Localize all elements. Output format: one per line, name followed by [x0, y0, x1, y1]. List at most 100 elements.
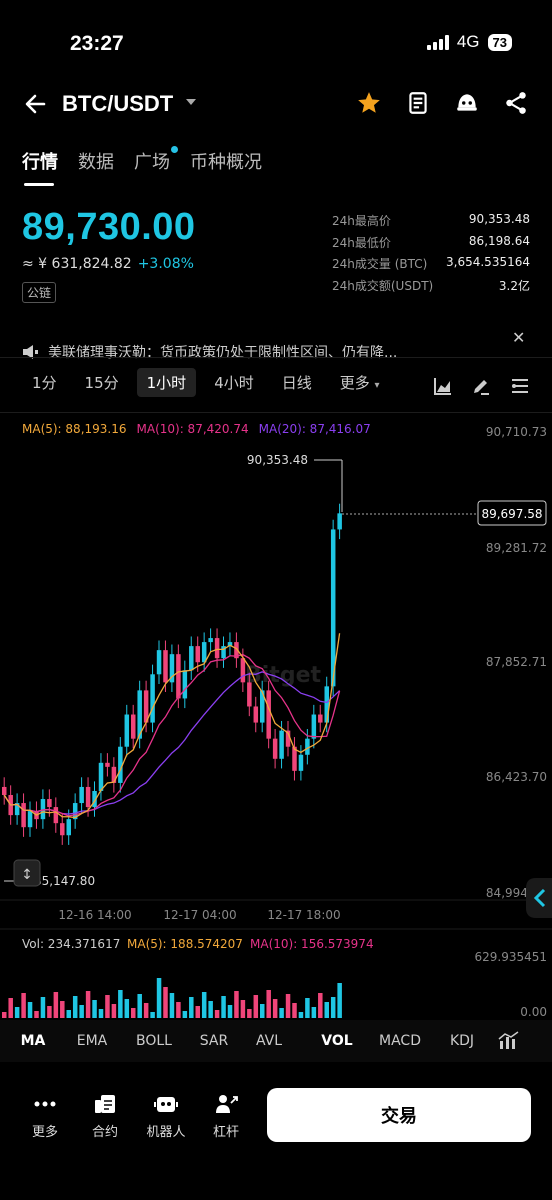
stat-label: 24h最高价: [332, 214, 391, 228]
back-arrow-icon[interactable]: [22, 90, 50, 118]
candle-body: [111, 766, 117, 783]
margin-icon: [216, 1095, 238, 1113]
volume-bar: [124, 999, 130, 1018]
candle: [40, 789, 46, 829]
pair-title[interactable]: BTC/USDT: [62, 91, 173, 117]
volume-axis-label: 0.00: [520, 1005, 547, 1019]
candle-body: [66, 819, 71, 836]
indicator-ma[interactable]: MA: [0, 1033, 66, 1049]
candle-body: [189, 646, 194, 671]
candle: [169, 644, 175, 692]
candle: [201, 632, 207, 672]
candlestick-chart[interactable]: 90,710.73 89,281.72 87,852.71 86,423.70 …: [0, 412, 552, 1020]
stat-label: 24h成交量 (BTC): [332, 257, 428, 271]
nav-contract[interactable]: 合约: [77, 1093, 133, 1140]
tab-market[interactable]: 行情: [22, 148, 58, 186]
candle-body: [247, 682, 252, 707]
volume-bar: [318, 993, 323, 1018]
star-icon[interactable]: [356, 90, 382, 116]
candle: [150, 664, 155, 733]
indicator-boll[interactable]: BOLL: [118, 1033, 190, 1049]
indicator-ema[interactable]: EMA: [66, 1033, 118, 1049]
volume-bar: [227, 1005, 233, 1018]
robot-icon: [154, 1097, 178, 1112]
candle-body: [40, 799, 46, 820]
volume-bar: [330, 997, 336, 1018]
interval-4h[interactable]: 4小时: [204, 368, 264, 397]
volume-bar: [118, 990, 123, 1018]
volume-bar: [298, 1012, 304, 1018]
indicator-avl[interactable]: AVL: [238, 1033, 300, 1049]
indicator-settings-icon[interactable]: [498, 1031, 520, 1051]
volume-bar: [105, 995, 110, 1018]
interval-1d[interactable]: 日线: [272, 368, 322, 397]
candle: [53, 797, 59, 833]
indicator-vol[interactable]: VOL: [300, 1033, 374, 1049]
tab-square[interactable]: 广场: [134, 146, 178, 174]
interval-selector: 1分 15分 1小时 4小时 日线 更多 ▾: [22, 368, 390, 397]
volume-bar: [111, 1004, 117, 1018]
candle: [318, 704, 323, 733]
side-panel-toggle[interactable]: [526, 878, 552, 918]
candle-body: [53, 807, 59, 824]
volume-bar: [53, 992, 59, 1018]
signal-icon: [426, 34, 449, 50]
close-icon[interactable]: ✕: [512, 328, 525, 347]
volume-bar: [337, 983, 342, 1018]
volume-bar: [14, 1007, 20, 1018]
tab-data[interactable]: 数据: [78, 148, 114, 174]
stat-value: 3.2亿: [498, 278, 530, 293]
nav-robot[interactable]: 机器人: [138, 1093, 194, 1140]
stat-value: 90,353.48: [468, 212, 530, 226]
volume-bar: [66, 1010, 71, 1018]
volume-bar: [305, 998, 310, 1018]
candle: [253, 696, 259, 733]
book-icon[interactable]: [405, 90, 431, 116]
volume-bar: [266, 990, 271, 1018]
stat-value: 3,654.535164: [446, 255, 530, 269]
volume-bar: [169, 993, 175, 1018]
candle: [105, 753, 110, 777]
interval-1h[interactable]: 1小时: [136, 368, 197, 397]
chart-type-icon[interactable]: [433, 376, 453, 396]
notification-dot: [171, 146, 178, 153]
volume-label: Vol: 234.371617: [22, 937, 120, 951]
settings-sliders-icon[interactable]: [510, 376, 530, 396]
resize-arrow-icon: ↕: [21, 867, 33, 883]
candle-body: [105, 762, 110, 767]
volume-bar: [137, 994, 142, 1018]
candle: [266, 680, 271, 749]
candle-body: [337, 513, 342, 530]
stat-row: 24h最低价 86,198.64: [332, 234, 530, 256]
volume-bar: [214, 1010, 220, 1018]
chevron-down-icon[interactable]: [186, 99, 196, 105]
volume-bar: [8, 998, 13, 1018]
notice-bar[interactable]: 美联储理事沃勒：货币政策仍处于限制性区间、仍有降...: [22, 342, 530, 362]
candle: [311, 704, 317, 749]
candle-body: [208, 638, 213, 643]
volume-bar: [47, 1006, 52, 1018]
share-icon[interactable]: [503, 90, 529, 116]
nav-margin[interactable]: 杠杆: [198, 1093, 254, 1140]
volume-bar: [272, 999, 278, 1018]
stat-label: 24h成交额(USDT): [332, 278, 434, 293]
indicator-macd[interactable]: MACD: [374, 1033, 426, 1049]
interval-more[interactable]: 更多 ▾: [330, 368, 390, 397]
indicator-kdj[interactable]: KDJ: [426, 1033, 498, 1049]
nav-more[interactable]: 更多: [17, 1093, 73, 1140]
price-axis-label: 89,281.72: [486, 541, 547, 555]
volume-bar: [72, 996, 78, 1018]
last-price: 89,730.00: [22, 206, 196, 248]
battery-icon: 73: [487, 33, 512, 51]
trade-button[interactable]: 交易: [267, 1088, 531, 1142]
interval-1m[interactable]: 1分: [22, 368, 67, 397]
chain-badge[interactable]: 公链: [22, 282, 57, 303]
indicator-sar[interactable]: SAR: [190, 1033, 238, 1049]
tab-coin-overview[interactable]: 币种概况: [190, 148, 262, 174]
interval-15m[interactable]: 15分: [75, 368, 129, 397]
bot-face-icon[interactable]: [454, 90, 480, 116]
candle: [208, 628, 213, 652]
candle: [124, 704, 130, 757]
draw-tool-icon[interactable]: [471, 376, 491, 396]
candle-body: [298, 754, 304, 771]
